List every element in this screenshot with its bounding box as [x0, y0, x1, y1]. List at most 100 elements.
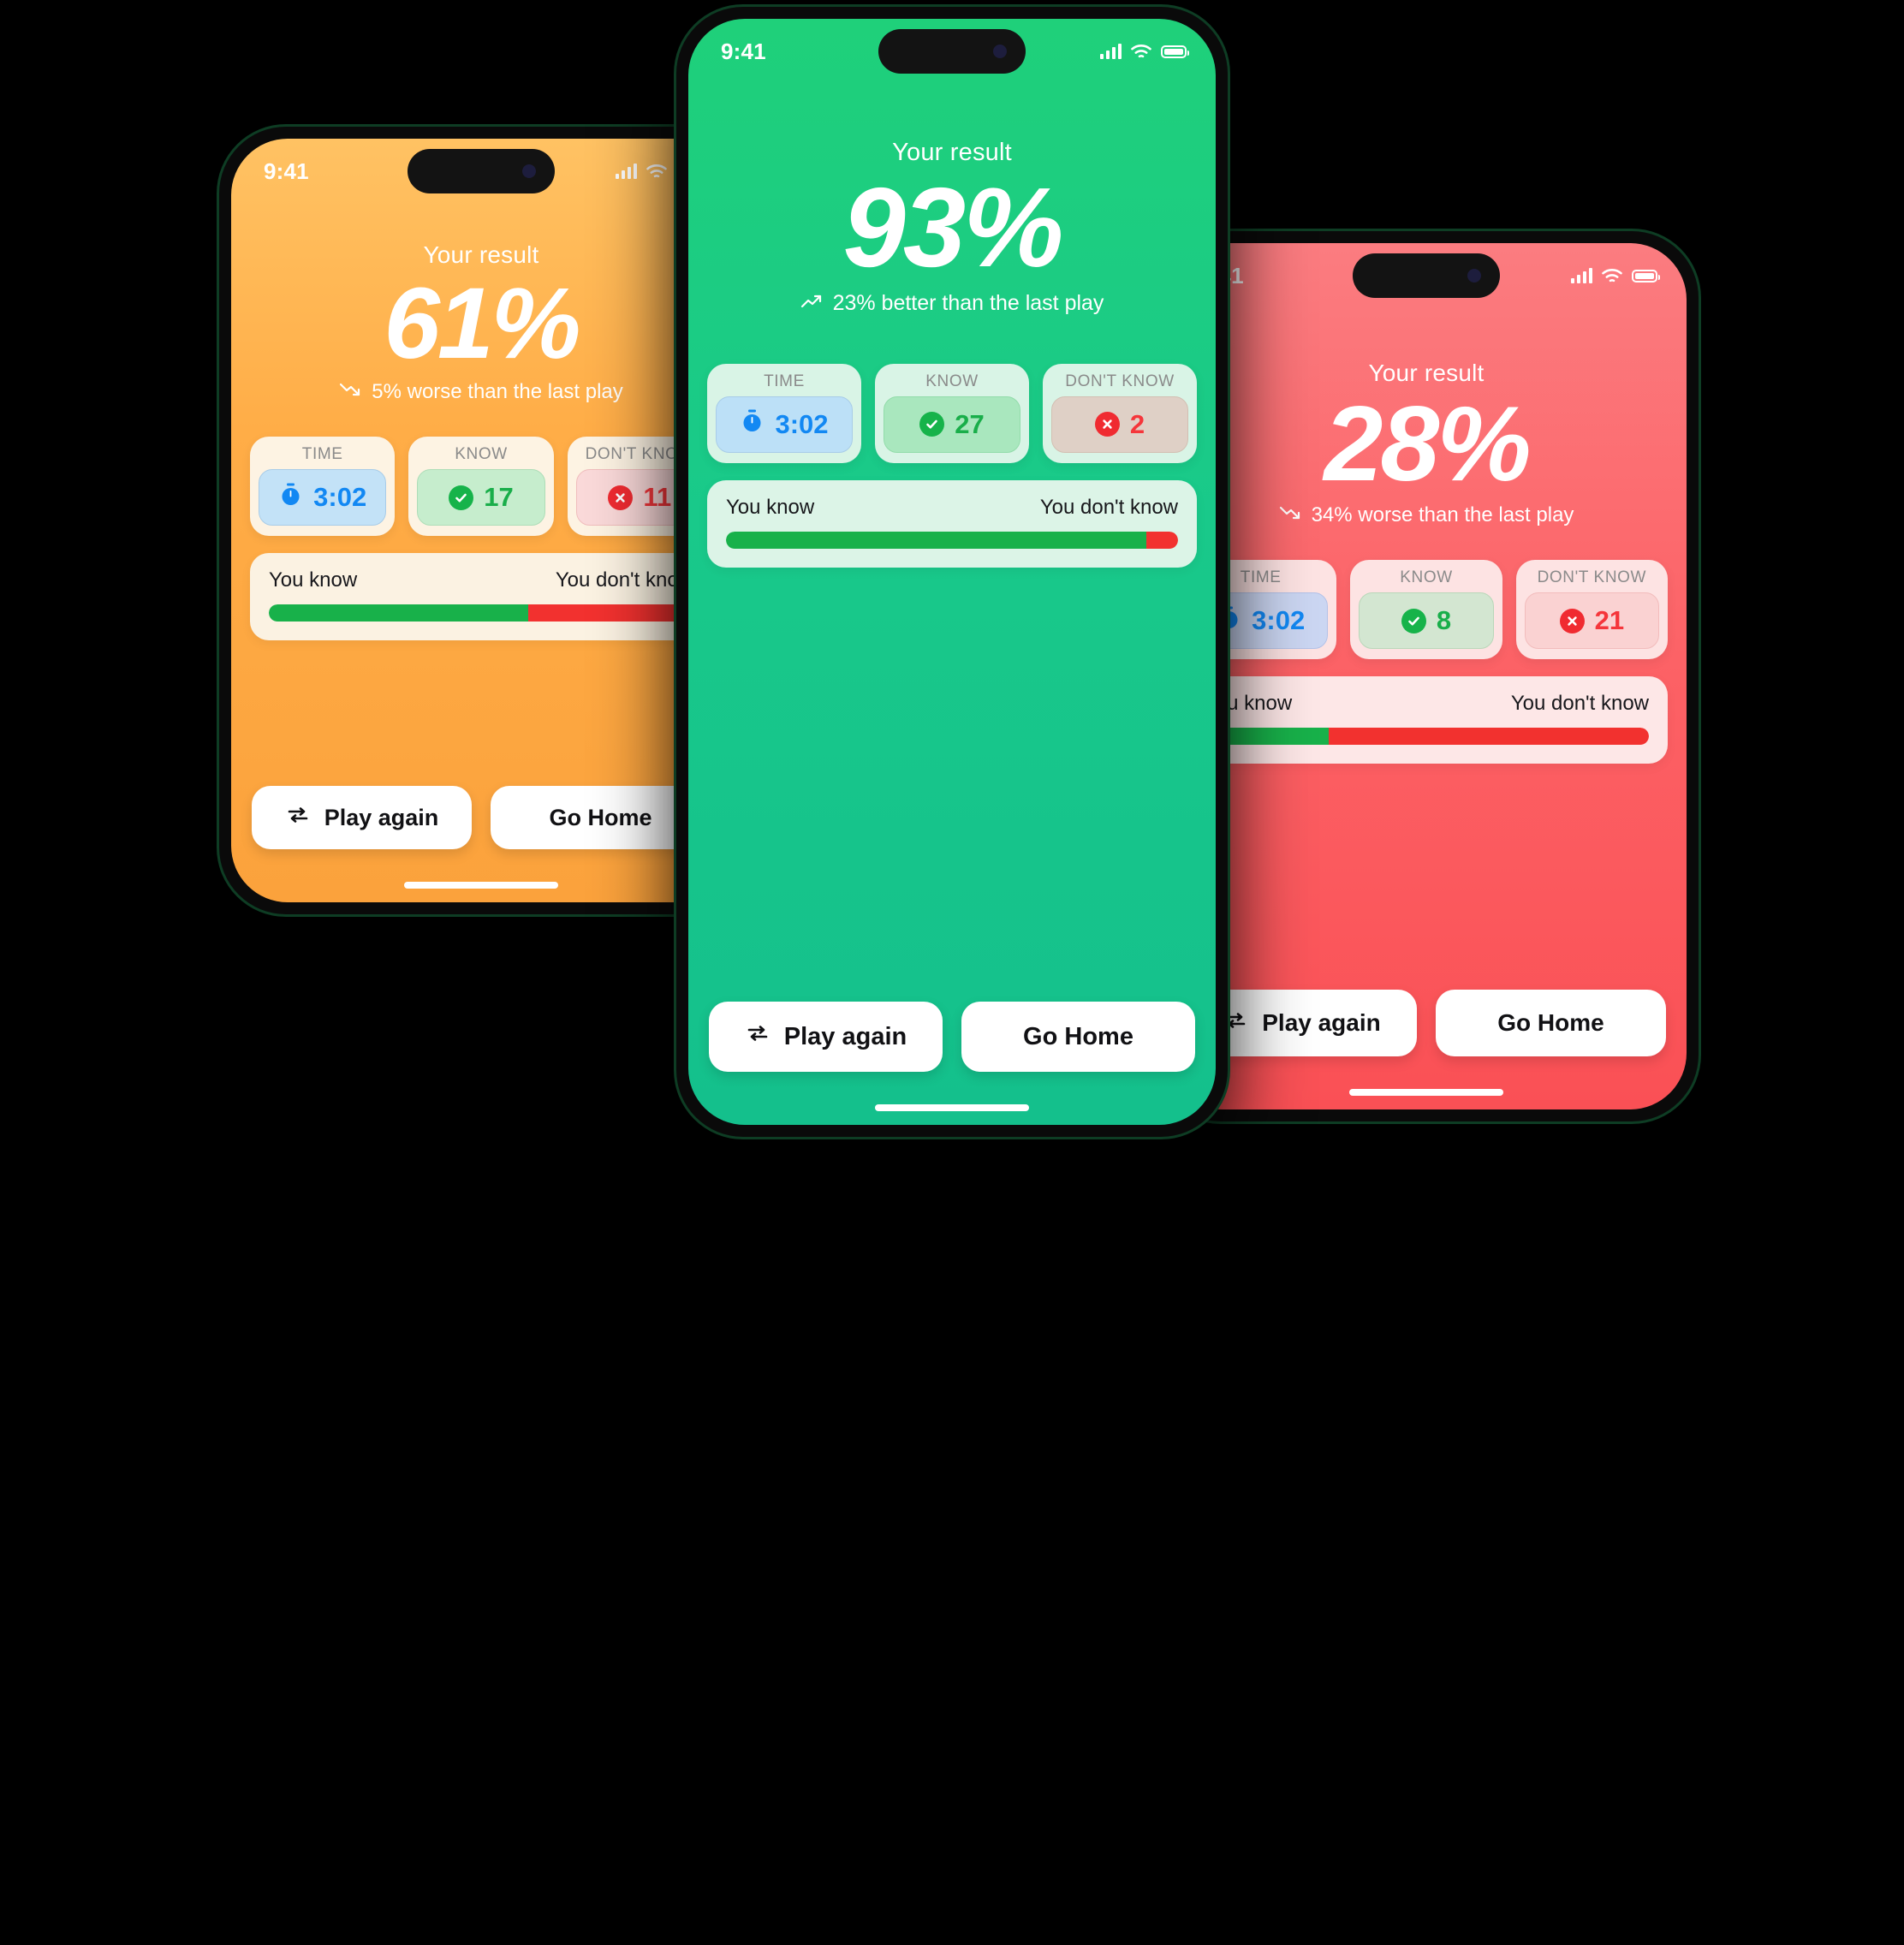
- stat-card-know[interactable]: KNOW 17: [408, 437, 554, 537]
- result-percentage: 93%: [842, 164, 1063, 290]
- stat-card-value: 21: [1594, 605, 1625, 636]
- stat-card-value: 11: [643, 482, 672, 513]
- cellular-signal-icon: [1100, 44, 1122, 59]
- status-bar-time: 9:41: [264, 158, 309, 184]
- know-progress-panel-1: You know You don't know: [707, 479, 1197, 568]
- stat-card-pill: 21: [1524, 592, 1659, 650]
- result-header-red: Your result 28% 34% worse than the last …: [1166, 360, 1687, 527]
- stat-card-pill: 27: [884, 396, 1020, 453]
- know-progress-bar: [269, 604, 693, 622]
- go-home-label: Go Home: [549, 804, 652, 830]
- progress-segment-dont-know: [527, 604, 693, 622]
- result-label: Your result: [423, 241, 539, 268]
- stat-card-value: 3:02: [313, 482, 367, 513]
- progress-segment-know: [726, 531, 1147, 549]
- stat-card-dont[interactable]: DON'T KNOW 21: [1515, 560, 1668, 660]
- result-header-orange: Your result 61% 5% worse than the last p…: [231, 241, 731, 404]
- go-home-button[interactable]: Go Home: [961, 1002, 1195, 1072]
- x-circle-icon: [608, 485, 634, 510]
- stat-card-value: 2: [1129, 408, 1145, 439]
- x-circle-icon: [1094, 412, 1120, 437]
- stat-card-pill: 3:02: [259, 469, 387, 526]
- dynamic-island: [408, 149, 555, 193]
- go-home-button[interactable]: Go Home: [1436, 990, 1666, 1056]
- stat-card-title: TIME: [301, 445, 343, 464]
- front-camera-icon: [1467, 269, 1481, 283]
- go-home-label: Go Home: [1497, 1009, 1604, 1036]
- stat-card-title: KNOW: [455, 445, 508, 464]
- footer-actions-1: Play again Go Home: [688, 1002, 1216, 1072]
- home-indicator: [688, 1091, 1216, 1125]
- footer-actions-2: Play again Go Home: [1166, 990, 1687, 1056]
- screenshot-stage: 9:41 Your result 61% 5% worse than the l…: [0, 0, 1904, 1945]
- stat-card-title: DON'T KNOW: [1537, 568, 1647, 587]
- cellular-signal-icon: [616, 164, 637, 179]
- result-delta: 23% better than the last play: [688, 291, 1216, 316]
- battery-icon: [1632, 269, 1660, 283]
- result-delta-text: 5% worse than the last play: [372, 380, 623, 404]
- check-circle-icon: [919, 412, 945, 437]
- phone-mockup-red: 9:41 Your result 28% 34% worse than the …: [1154, 231, 1699, 1121]
- stat-card-value: 27: [955, 408, 985, 439]
- stat-card-pill: 17: [417, 469, 545, 526]
- stat-card-title: DON'T KNOW: [1065, 372, 1175, 390]
- trend-up-icon: [800, 291, 823, 316]
- result-percentage: 61%: [384, 267, 580, 380]
- result-delta-text: 34% worse than the last play: [1311, 503, 1574, 527]
- front-camera-icon: [522, 164, 536, 178]
- dont-know-label: You don't know: [555, 568, 693, 592]
- home-indicator: [1166, 1075, 1687, 1109]
- stat-card-know[interactable]: KNOW 8: [1350, 560, 1502, 660]
- app-screen-orange: 9:41 Your result 61% 5% worse than the l…: [231, 139, 731, 902]
- stopwatch-icon: [740, 408, 765, 440]
- app-screen-green: 9:41 Your result 93% 23% better than the…: [688, 19, 1216, 1125]
- result-percentage: 28%: [1324, 385, 1531, 503]
- stat-card-time[interactable]: TIME 3:02: [707, 363, 861, 463]
- check-circle-icon: [449, 485, 474, 510]
- stat-card-pill: 2: [1051, 396, 1188, 453]
- phone-mockup-orange: 9:41 Your result 61% 5% worse than the l…: [219, 127, 743, 914]
- play-again-button[interactable]: Play again: [252, 786, 472, 849]
- trend-down-icon: [339, 380, 361, 404]
- progress-segment-dont-know: [1146, 531, 1178, 549]
- cellular-signal-icon: [1571, 268, 1592, 283]
- dont-know-label: You don't know: [1039, 495, 1178, 519]
- phone-mockup-green: 9:41 Your result 93% 23% better than the…: [676, 7, 1228, 1137]
- wifi-icon: [1131, 44, 1151, 57]
- know-progress-bar: [1204, 728, 1649, 746]
- stat-card-pill: 8: [1359, 592, 1494, 650]
- result-header-green: Your result 93% 23% better than the last…: [688, 139, 1216, 316]
- know-progress-panel-0: You know You don't know: [250, 553, 712, 641]
- play-again-label: Play again: [324, 804, 439, 830]
- stopwatch-icon: [278, 482, 303, 514]
- stat-cards-1: TIME 3:02 KNOW 27 DON'T KNOW 2: [688, 363, 1216, 463]
- status-bar-0: 9:41: [231, 139, 731, 193]
- progress-segment-dont-know: [1328, 728, 1649, 746]
- check-circle-icon: [1401, 608, 1426, 633]
- stat-card-time[interactable]: TIME 3:02: [250, 437, 396, 537]
- know-label: You know: [269, 568, 358, 592]
- x-circle-icon: [1559, 608, 1585, 633]
- battery-icon: [1161, 45, 1189, 58]
- stat-card-value: 3:02: [775, 408, 829, 439]
- stat-card-know[interactable]: KNOW 27: [875, 363, 1029, 463]
- result-label: Your result: [1368, 360, 1485, 386]
- footer-actions-0: Play again Go Home: [231, 786, 731, 849]
- dynamic-island: [1353, 253, 1500, 298]
- stat-card-value: 17: [484, 482, 514, 513]
- status-bar-2: 9:41: [1166, 243, 1687, 298]
- play-again-button[interactable]: Play again: [709, 1002, 943, 1072]
- wifi-icon: [646, 164, 667, 177]
- status-bar-time: 9:41: [721, 38, 766, 64]
- wifi-icon: [1602, 268, 1622, 282]
- stat-card-dont[interactable]: DON'T KNOW 2: [1043, 363, 1197, 463]
- know-progress-panel-2: You know You don't know: [1185, 676, 1668, 764]
- dynamic-island: [878, 29, 1026, 74]
- home-indicator: [231, 868, 731, 902]
- dont-know-label: You don't know: [1510, 692, 1649, 716]
- repeat-icon: [285, 802, 311, 834]
- trend-down-icon: [1279, 503, 1301, 527]
- know-label: You know: [726, 495, 815, 519]
- result-delta: 34% worse than the last play: [1166, 503, 1687, 527]
- result-label: Your result: [892, 139, 1012, 166]
